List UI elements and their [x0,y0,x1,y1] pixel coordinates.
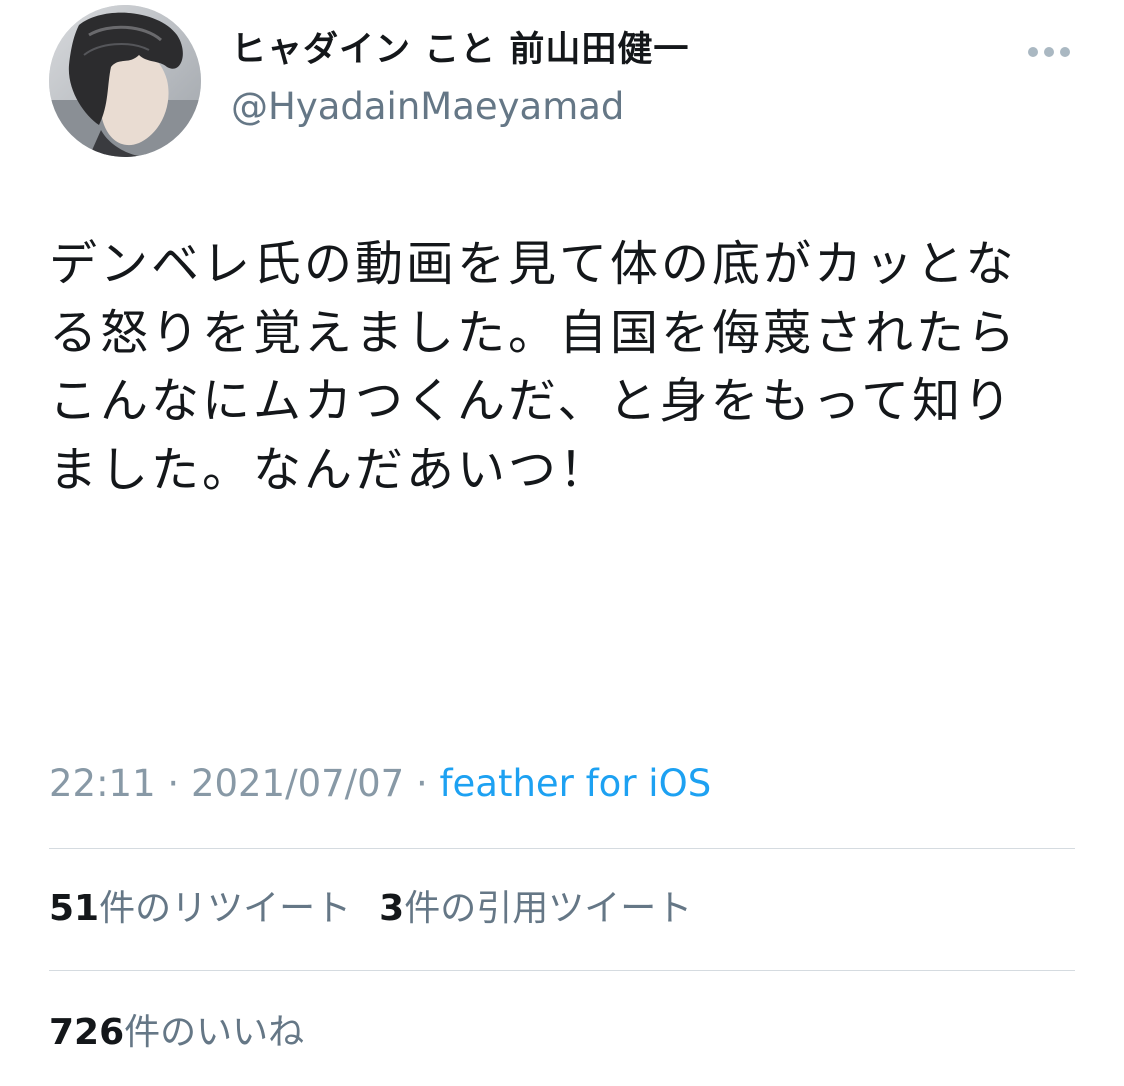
likes-stat[interactable]: 726件のいいね [49,1006,304,1060]
tweet-stats: 51件のリツイート 3件の引用ツイート [49,882,692,936]
tweet-detail: ヒャダイン こと 前山田健一 @HyadainMaeyamad デンベレ氏の動画… [0,0,1124,1086]
avatar-photo-icon [49,5,201,157]
avatar[interactable] [49,5,201,157]
meta-separator: · [404,762,440,805]
quotes-stat[interactable]: 3件の引用ツイート [379,888,692,929]
meta-separator: · [155,762,191,805]
divider [49,970,1075,971]
quotes-label: 件の引用ツイート [404,888,693,929]
author-handle[interactable]: @HyadainMaeyamad [231,82,624,132]
retweets-label: 件のリツイート [99,888,352,929]
likes-label: 件のいいね [124,1012,305,1053]
quotes-count: 3 [379,888,405,929]
tweet-text: デンベレ氏の動画を見て体の底がカッとなる怒りを覚えました。自国を侮蔑されたらこん… [49,236,1019,498]
retweets-stat[interactable]: 51件のリツイート [49,888,351,929]
tweet-date: 2021/07/07 [190,762,405,805]
author-display-name[interactable]: ヒャダイン こと 前山田健一 [231,26,689,74]
retweets-count: 51 [49,888,100,929]
tweet-source-link[interactable]: feather for iOS [440,762,712,805]
tweet-meta: 22:11 · 2021/07/07 · feather for iOS [49,757,711,811]
more-horizontal-icon[interactable] [1026,42,1072,62]
tweet-time: 22:11 [49,762,156,805]
divider [49,848,1075,849]
likes-count: 726 [49,1012,125,1053]
